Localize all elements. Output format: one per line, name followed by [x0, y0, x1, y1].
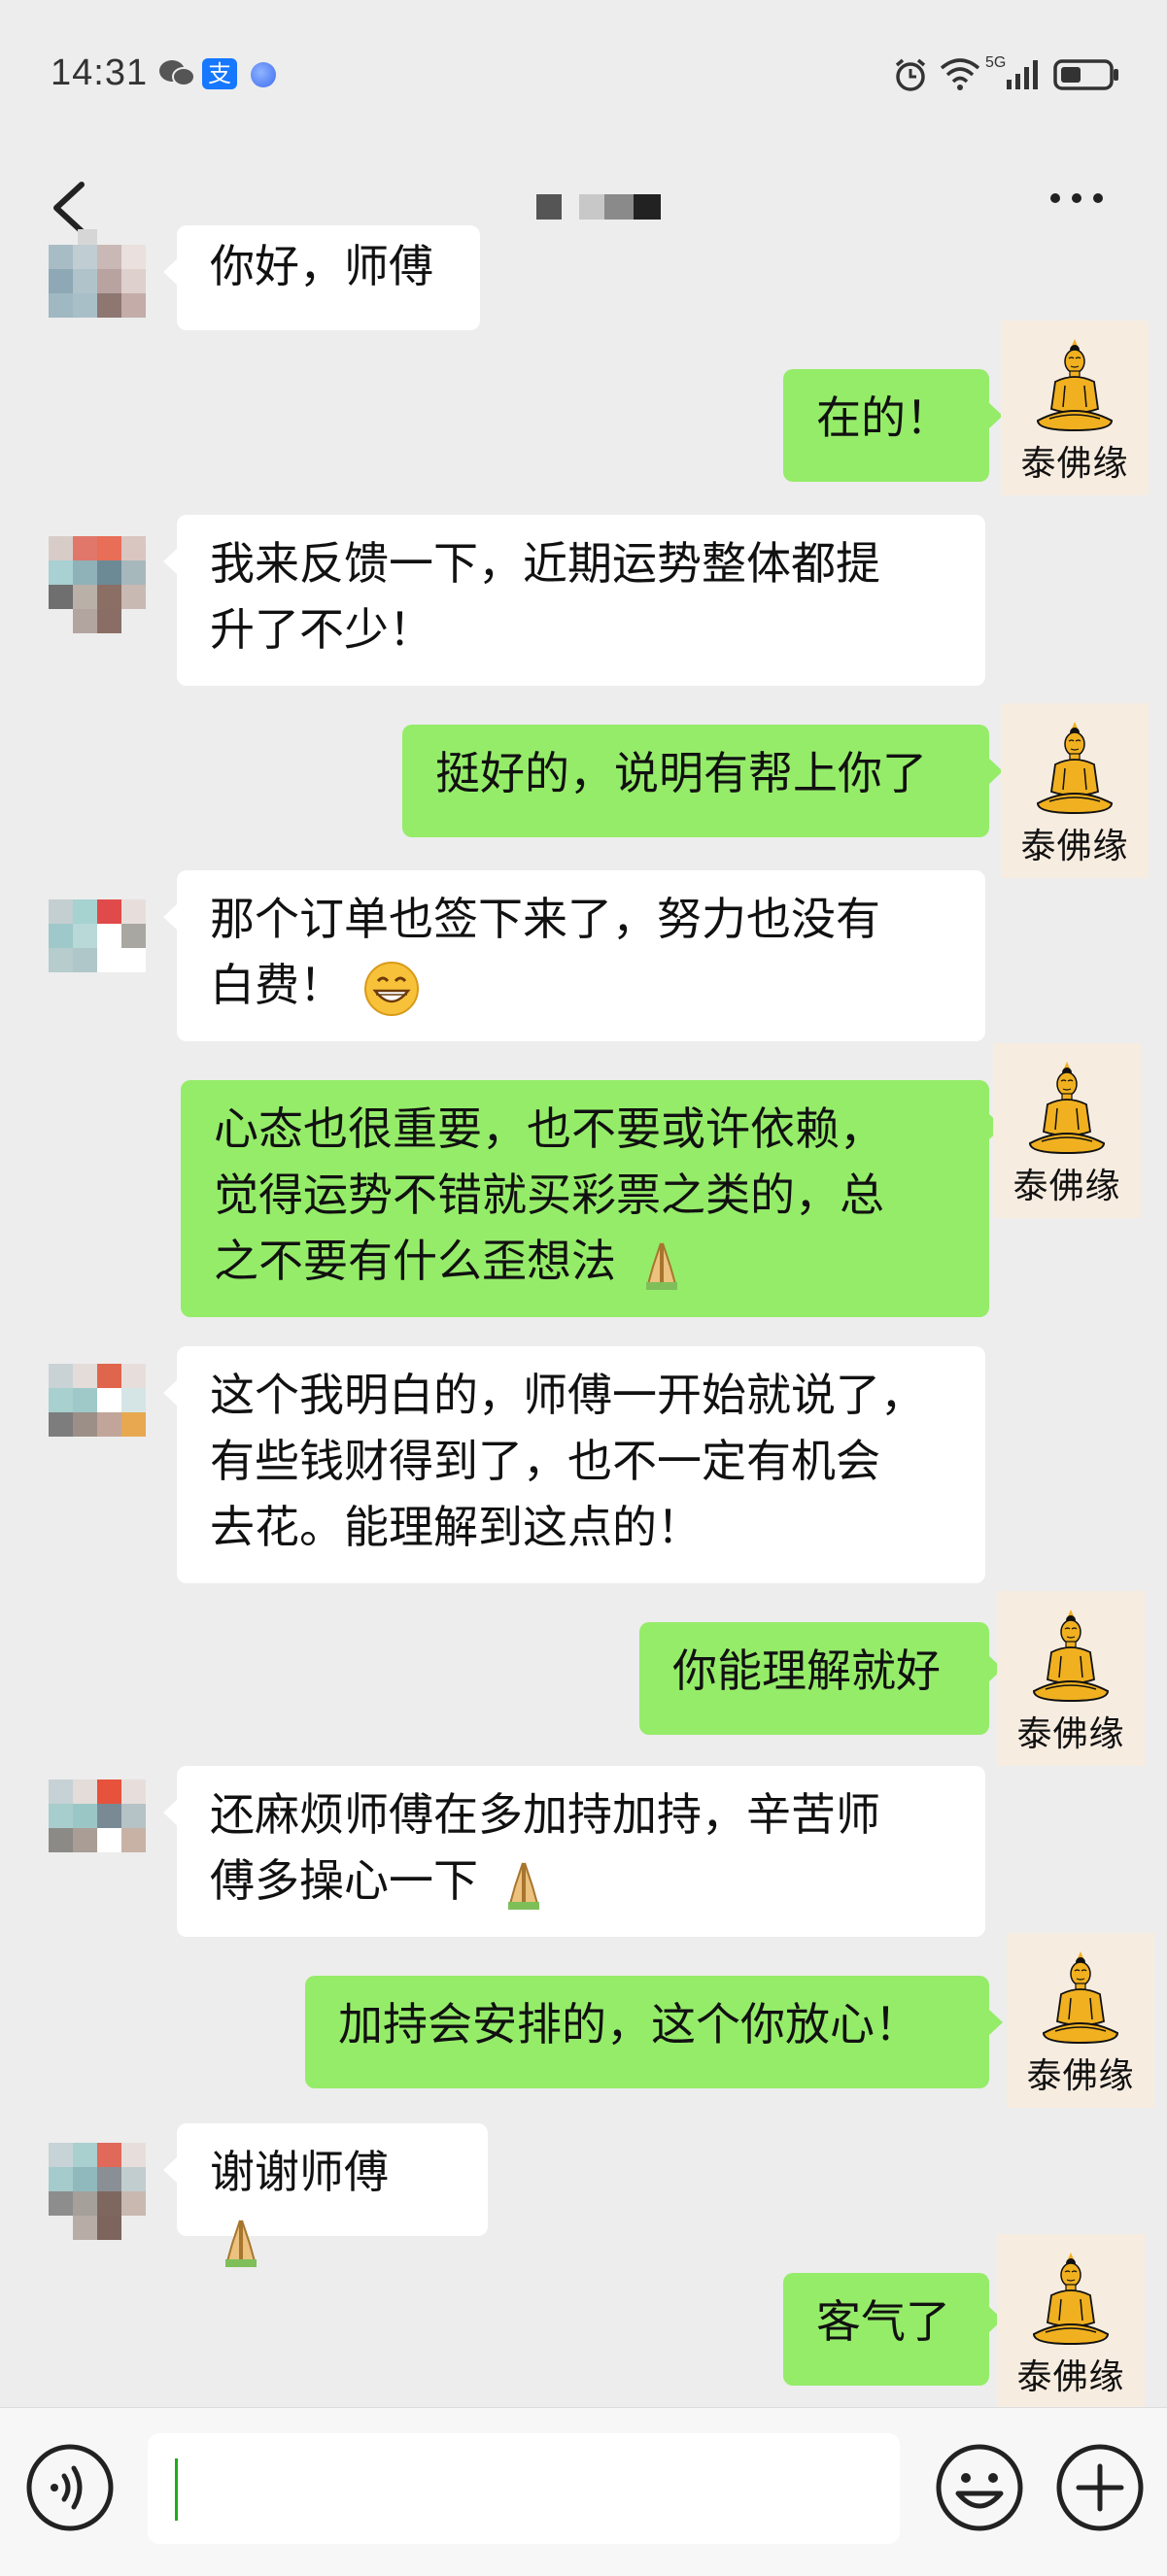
- message-bubble-incoming[interactable]: 这个我明白的，师傅一开始就说了， 有些钱财得到了，也不一定有机会 去花。能理解到…: [163, 1346, 985, 1583]
- message-bubble-outgoing[interactable]: 心态也很重要，也不要或许依赖， 觉得运势不错就买彩票之类的，总 之不要有什么歪想…: [181, 1080, 1003, 1317]
- message-text-line: 升了不少！: [210, 603, 433, 656]
- message-text: 加持会安排的，这个你放心！: [338, 1998, 919, 2051]
- message-text-line: 觉得运势不错就买彩票之类的，总: [214, 1169, 884, 1221]
- alipay-icon: 支: [202, 58, 237, 89]
- buddha-icon: [1018, 1045, 1116, 1171]
- blue-dot-icon: [251, 62, 276, 87]
- signal-icon: [1007, 60, 1038, 89]
- message-bubble-outgoing[interactable]: 加持会安排的，这个你放心！: [305, 1976, 1003, 2088]
- message-text-line: 这个我明白的，师傅一开始就说了，: [210, 1369, 925, 1421]
- message-bubble-incoming[interactable]: 你好，师傅: [163, 225, 480, 330]
- chat-header: [0, 146, 1167, 262]
- message-bubble-incoming[interactable]: 那个订单也签下来了，努力也没有 白费！: [163, 870, 985, 1041]
- text-caret: [175, 2458, 178, 2521]
- wifi-icon: [940, 58, 980, 90]
- message-text-line: 去花。能理解到这点的！: [210, 1501, 702, 1553]
- brand-avatar[interactable]: 泰佛缘: [1001, 703, 1149, 878]
- message-text: 你好，师傅: [210, 240, 433, 292]
- brand-avatar-text: 泰佛缘: [1016, 2357, 1125, 2397]
- pray-emoji-icon: [507, 1862, 539, 1910]
- brand-avatar-text: 泰佛缘: [1020, 444, 1129, 484]
- buddha-icon: [1022, 2236, 1119, 2362]
- buddha-icon: [1022, 1593, 1119, 1719]
- message-text-line: 还麻烦师傅在多加持加持，辛苦师: [210, 1788, 880, 1841]
- message-bubble-incoming[interactable]: 还麻烦师傅在多加持加持，辛苦师 傅多操心一下: [163, 1766, 985, 1937]
- contact-avatar[interactable]: [49, 899, 146, 997]
- contact-avatar[interactable]: [49, 2143, 146, 2240]
- status-time: 14:31: [51, 52, 149, 93]
- message-bubble-incoming[interactable]: 谢谢师傅: [163, 2123, 488, 2267]
- contact-avatar[interactable]: [49, 1364, 146, 1461]
- pray-emoji-icon: [645, 1242, 677, 1290]
- grin-emoji-icon: [363, 961, 419, 1016]
- contact-avatar[interactable]: [49, 245, 146, 342]
- chat-title: [536, 194, 663, 220]
- message-text-line: 有些钱财得到了，也不一定有机会: [210, 1435, 880, 1487]
- brand-avatar-text: 泰佛缘: [1016, 1714, 1125, 1754]
- network-type: 5G: [985, 54, 1007, 71]
- message-text-line: 我来反馈一下，近期运势整体都提: [210, 537, 880, 590]
- brand-avatar[interactable]: 泰佛缘: [997, 1591, 1145, 1766]
- message-text-line: 傅多操心一下: [210, 1854, 478, 1907]
- message-text-line: 之不要有什么歪想法: [214, 1235, 616, 1287]
- message-text-line: 那个订单也签下来了，努力也没有: [210, 893, 880, 945]
- brand-avatar[interactable]: 泰佛缘: [997, 2234, 1145, 2409]
- message-bubble-outgoing[interactable]: 你能理解就好: [639, 1622, 1003, 1735]
- plus-icon[interactable]: [1053, 2441, 1147, 2534]
- back-arrow-icon[interactable]: [43, 167, 111, 245]
- wechat-icon: [159, 60, 195, 86]
- message-bubble-incoming[interactable]: 我来反馈一下，近期运势整体都提 升了不少！: [163, 515, 985, 686]
- buddha-icon: [1026, 322, 1123, 449]
- pray-emoji-icon: [225, 2220, 257, 2267]
- brand-avatar-text: 泰佛缘: [1013, 1167, 1121, 1206]
- message-text: 谢谢师傅: [210, 2146, 389, 2198]
- alarm-icon: [895, 58, 926, 91]
- buddha-icon: [1032, 1935, 1129, 2061]
- message-text: 你能理解就好: [672, 1644, 941, 1697]
- brand-avatar[interactable]: 泰佛缘: [993, 1043, 1141, 1218]
- brand-avatar[interactable]: 泰佛缘: [1001, 321, 1149, 495]
- message-text: 挺好的，说明有帮上你了: [435, 747, 927, 799]
- contact-avatar[interactable]: [49, 536, 146, 633]
- message-text-line: 白费！: [210, 959, 344, 1011]
- voice-icon[interactable]: [23, 2441, 117, 2534]
- contact-avatar[interactable]: [49, 1779, 146, 1877]
- brand-avatar-text: 泰佛缘: [1026, 2056, 1135, 2096]
- message-input[interactable]: [148, 2433, 900, 2544]
- message-text-line: 心态也很重要，也不要或许依赖，: [214, 1102, 884, 1155]
- message-bubble-outgoing[interactable]: 挺好的，说明有帮上你了: [402, 725, 1003, 837]
- more-dots-icon[interactable]: [1046, 190, 1114, 206]
- status-bar: 14:31 支 5G: [0, 0, 1167, 146]
- message-bubble-outgoing[interactable]: 在的！: [783, 369, 1003, 482]
- brand-avatar-text: 泰佛缘: [1020, 827, 1129, 866]
- message-bubble-outgoing[interactable]: 客气了: [783, 2273, 1003, 2386]
- brand-avatar[interactable]: 泰佛缘: [1007, 1933, 1154, 2108]
- message-text: 客气了: [816, 2295, 950, 2348]
- message-text: 在的！: [816, 391, 950, 444]
- input-bar: [0, 2407, 1167, 2576]
- emoji-face-icon[interactable]: [933, 2441, 1026, 2534]
- battery-icon: [1053, 59, 1118, 90]
- buddha-icon: [1026, 705, 1123, 831]
